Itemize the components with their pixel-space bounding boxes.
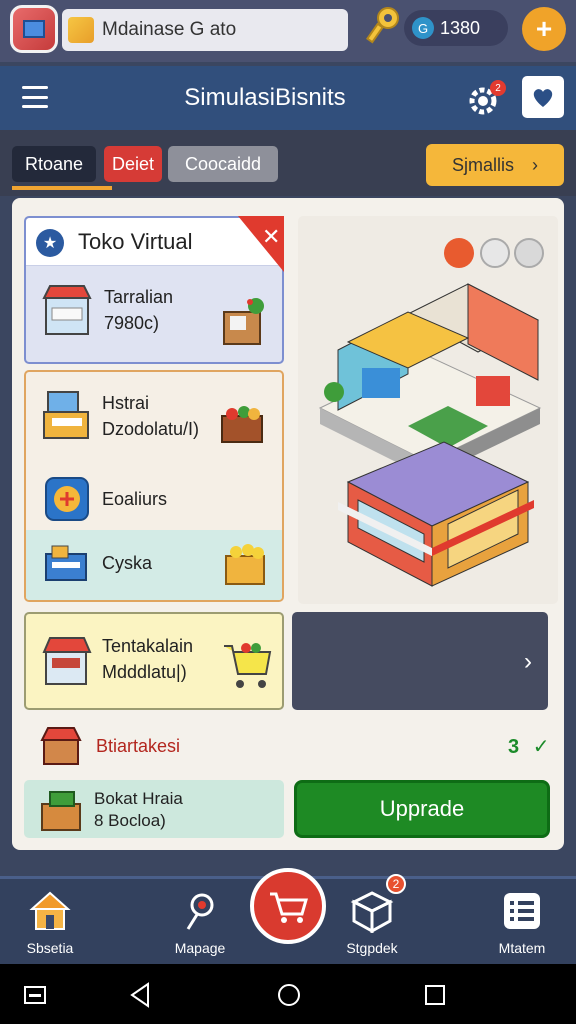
supply-name: Bokat Hraia — [94, 789, 183, 808]
item-value: Dzodolatu/I) — [102, 419, 200, 439]
storage-badge: 2 — [386, 874, 406, 894]
item-value: Mdddlatu|) — [102, 662, 187, 682]
home-icon — [29, 891, 71, 930]
basket-icon — [221, 406, 263, 443]
nav-item-home[interactable]: Sbsetia — [0, 889, 100, 956]
stock-card[interactable]: Tentakalain Mdddlatu|) — [24, 612, 284, 710]
back-icon[interactable] — [128, 982, 152, 1008]
favorite-button[interactable] — [522, 76, 564, 118]
transactions-label: Btiartakesi — [96, 736, 181, 756]
market-stall-icon — [42, 285, 92, 335]
active-tab-indicator — [12, 186, 112, 190]
item-name: Tarralian — [104, 287, 174, 307]
store-illustration — [298, 216, 558, 604]
toko-card-title: Toko Virtual — [78, 228, 193, 254]
scanner-icon — [45, 545, 87, 581]
nav-item-storage[interactable]: Stgpdek — [322, 889, 422, 956]
chevron-right-icon: › — [524, 648, 532, 675]
page-title: SimulasiBisnits — [184, 84, 346, 111]
item-value: 7980c) — [104, 313, 160, 333]
cube-icon — [350, 891, 394, 934]
app-title-pill[interactable]: Mdainase G ato — [62, 9, 348, 51]
supply-card[interactable]: Bokat Hraia 8 Bocloa) — [24, 780, 284, 838]
check-icon: ✓ — [532, 736, 550, 758]
list-item[interactable]: Cyska — [40, 536, 152, 590]
menu-icon[interactable] — [22, 86, 48, 108]
isometric-store-icon — [318, 283, 542, 587]
home-circle-icon[interactable] — [276, 982, 302, 1008]
coin-count: 1380 — [440, 17, 481, 38]
key-icon[interactable] — [366, 6, 402, 46]
chevron-right-icon: › — [532, 154, 538, 175]
gift-icon — [68, 17, 94, 43]
cart-button[interactable] — [250, 868, 326, 944]
nav-label: Sbsetia — [26, 940, 74, 956]
coin-balance: G 1380 — [404, 10, 508, 46]
list-item[interactable]: Tarralian 7980c) — [40, 280, 173, 340]
list-icon — [504, 893, 540, 929]
tab-coocaidd[interactable]: Coocaidd — [168, 146, 278, 182]
item-name: Hstrai — [102, 393, 150, 413]
map-pin-icon — [186, 893, 214, 930]
simulate-button[interactable]: Sjmallis › — [426, 144, 564, 186]
tab-rtoane[interactable]: Rtoane — [12, 146, 96, 182]
store-front-icon — [40, 727, 82, 765]
upgrade-button[interactable]: Upprade — [294, 780, 550, 838]
toko-virtual-card[interactable]: ★ Toko Virtual ✕ Tarralian 7980c) — [24, 216, 284, 364]
list-item[interactable]: Hstrai Dzodolatu/I) — [40, 386, 199, 446]
coin-icon: G — [412, 17, 434, 39]
star-badge-icon: ★ — [36, 229, 64, 257]
toggle-icon[interactable] — [514, 238, 544, 268]
business-items-card: Hstrai Dzodolatu/I) Eoaliurs Cyska — [24, 370, 284, 602]
shop-stall-icon — [42, 637, 92, 685]
fire-icon[interactable] — [444, 238, 474, 268]
simulate-label: Sjmallis — [451, 154, 514, 175]
box-plant-icon — [223, 298, 264, 345]
add-coins-button[interactable]: + — [522, 7, 566, 51]
transactions-count: 3 ✓ — [508, 736, 550, 758]
notification-badge: 2 — [490, 80, 506, 96]
expand-card[interactable]: › — [292, 612, 548, 710]
list-item[interactable]: Eoaliurs — [40, 472, 167, 526]
tab-deiet[interactable]: Deiet — [104, 146, 162, 182]
supply-value: 8 Bocloa) — [94, 811, 166, 830]
nav-label: Mapage — [174, 940, 226, 956]
keyboard-icon[interactable] — [24, 986, 46, 1004]
item-name: Cyska — [102, 553, 153, 573]
app-header: SimulasiBisnits 2 — [0, 66, 576, 130]
close-icon[interactable]: ✕ — [238, 216, 284, 272]
fruit-tile-icon — [45, 477, 89, 521]
main-panel: ★ Toko Virtual ✕ Tarralian 7980c) Hstrai… — [12, 198, 564, 850]
item-name: Eoaliurs — [102, 489, 168, 509]
crate-icon — [225, 544, 265, 585]
shopping-cart-icon — [224, 643, 272, 688]
top-status-bar: Mdainase G ato G 1380 + — [0, 0, 576, 62]
nav-item-map[interactable]: Mapage — [150, 889, 250, 956]
transactions-row[interactable]: Btiartakesi 3 ✓ — [24, 720, 552, 772]
app-title: Mdainase G ato — [102, 19, 237, 40]
system-navigation-bar — [0, 964, 576, 1024]
item-name: Tentakalain — [102, 636, 194, 656]
cash-register-icon — [43, 391, 89, 439]
nav-label: Mtatem — [498, 940, 546, 956]
leaf-icon[interactable] — [480, 238, 510, 268]
nav-label: Stgpdek — [346, 940, 398, 956]
list-item[interactable]: Tentakalain Mdddlatu|) — [40, 626, 193, 692]
nav-item-menu[interactable]: Mtatem — [472, 889, 572, 956]
svg-text:✕: ✕ — [262, 225, 280, 250]
settings-button[interactable]: 2 — [466, 80, 506, 118]
cash-box-icon — [41, 791, 81, 831]
heart-hand-icon — [533, 89, 553, 107]
cart-icon — [270, 892, 308, 923]
recents-icon[interactable] — [424, 984, 446, 1006]
app-logo-icon[interactable] — [10, 5, 58, 53]
